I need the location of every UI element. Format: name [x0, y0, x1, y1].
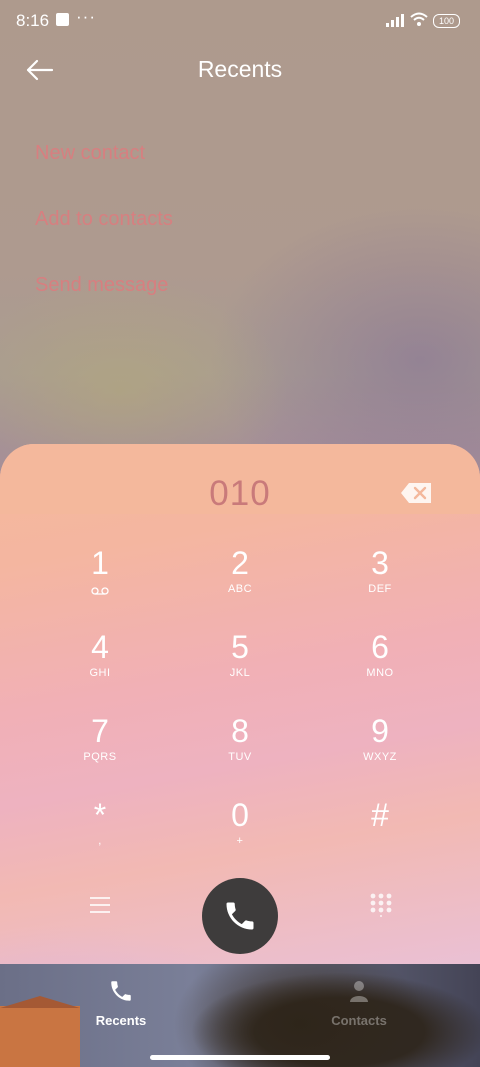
tab-contacts-label: Contacts	[331, 1013, 387, 1028]
key-digit: 6	[371, 629, 389, 665]
tab-recents-label: Recents	[95, 1013, 147, 1028]
key-9[interactable]: 9 WXYZ	[310, 712, 450, 792]
key-8[interactable]: 8 TUV	[170, 712, 310, 792]
key-digit: #	[371, 797, 389, 833]
status-time: 8:16	[16, 11, 50, 30]
key-letters: PQRS	[83, 751, 117, 763]
key-letters: ,	[98, 835, 102, 847]
key-digit: *	[93, 797, 107, 833]
phone-icon	[111, 981, 131, 1001]
key-digit: 9	[371, 713, 389, 749]
key-2[interactable]: 2 ABC	[170, 544, 310, 624]
key-digit: 3	[371, 545, 389, 581]
key-digit: 5	[231, 629, 249, 665]
key-letters: DEF	[368, 583, 392, 595]
status-more: ···	[76, 7, 96, 26]
notification-square-icon	[56, 13, 69, 26]
tab-recents[interactable]: Recents	[61, 978, 181, 1028]
number-actions-list: New contact Add to contacts Send message	[35, 140, 173, 338]
key-letters: TUV	[228, 751, 252, 763]
key-letters: +	[236, 835, 244, 847]
key-7[interactable]: 7 PQRS	[30, 712, 170, 792]
send-message-option[interactable]: Send message	[35, 272, 173, 338]
key-hash[interactable]: #	[310, 796, 450, 876]
tab-contacts[interactable]: Contacts	[299, 978, 419, 1028]
key-digit: 0	[231, 797, 249, 833]
key-letters: JKL	[229, 667, 251, 679]
key-letters: GHI	[89, 667, 111, 679]
key-4[interactable]: 4 GHI	[30, 628, 170, 708]
key-letters: MNO	[366, 667, 394, 679]
wifi-icon	[410, 12, 428, 26]
key-star[interactable]: * ,	[30, 796, 170, 876]
backspace-icon[interactable]	[400, 482, 432, 504]
bottom-navigation: Recents Contacts	[0, 964, 480, 1067]
key-3[interactable]: 3 DEF	[310, 544, 450, 624]
key-digit: 4	[91, 629, 109, 665]
app-header: Recents	[0, 48, 480, 92]
key-letters: ABC	[227, 583, 253, 595]
keypad-grid-icon[interactable]	[370, 893, 392, 917]
signal-icon	[386, 14, 404, 27]
new-contact-option[interactable]: New contact	[35, 140, 173, 206]
page-title: Recents	[197, 56, 283, 82]
call-button[interactable]	[202, 878, 278, 954]
add-to-contacts-option[interactable]: Add to contacts	[35, 206, 173, 272]
key-1[interactable]: 1	[30, 544, 170, 624]
voicemail-icon	[91, 587, 109, 595]
key-6[interactable]: 6 MNO	[310, 628, 450, 708]
key-digit: 1	[91, 545, 109, 581]
key-5[interactable]: 5 JKL	[170, 628, 310, 708]
key-digit: 7	[91, 713, 109, 749]
home-indicator[interactable]	[150, 1055, 330, 1060]
battery-icon: 100	[433, 14, 460, 28]
key-0[interactable]: 0 +	[170, 796, 310, 876]
dialer-sheet: 010 1 2 ABC 3 DEF 4 GHI 5 JKL 6 MNO 7 PQ…	[0, 444, 480, 964]
status-bar: 8:16 ··· 100	[0, 0, 480, 40]
key-digit: 2	[231, 545, 249, 581]
key-letters: WXYZ	[363, 751, 397, 763]
contact-person-icon	[350, 981, 368, 1002]
phone-icon	[226, 902, 254, 930]
menu-icon[interactable]	[88, 894, 112, 916]
key-digit: 8	[231, 713, 249, 749]
